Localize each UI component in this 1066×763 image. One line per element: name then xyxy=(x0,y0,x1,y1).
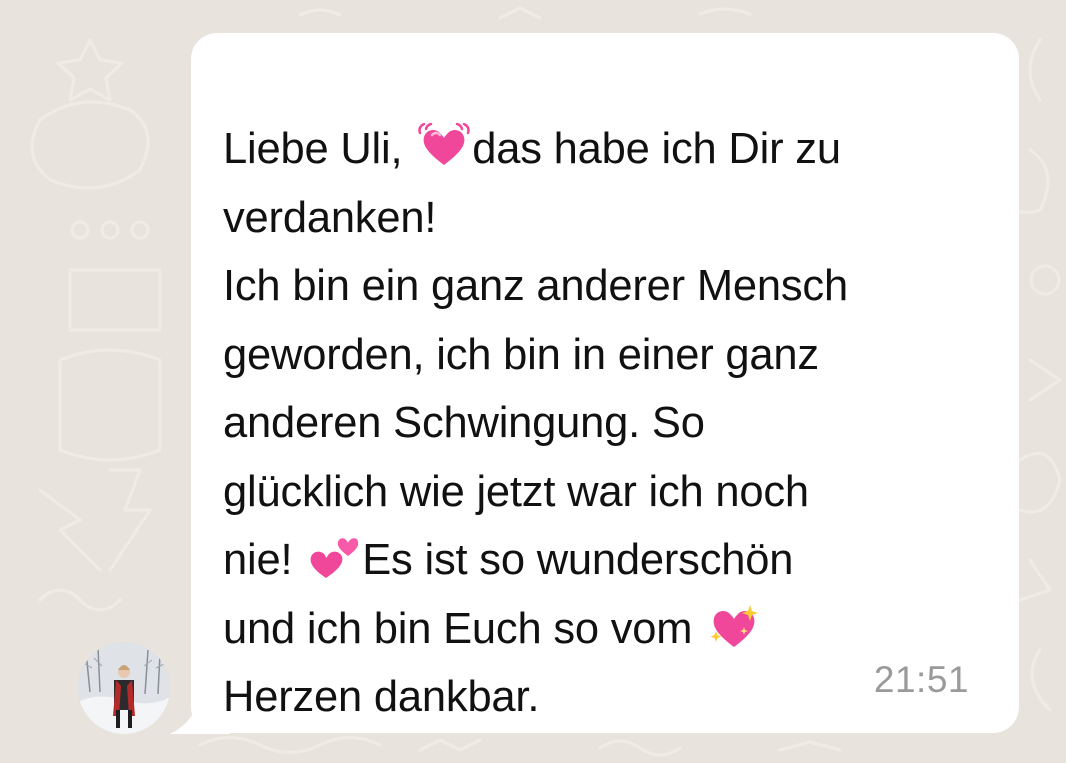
message-text: Liebe Uli, das habe ich Dir zu verdanken… xyxy=(223,115,983,732)
message-line-3: Ich bin ein ganz anderer Mensch xyxy=(223,262,848,310)
two-hearts-icon xyxy=(310,538,359,578)
avatar-photo xyxy=(78,642,170,734)
message-line-7-start: nie! xyxy=(223,536,305,584)
message-line-2: verdanken! xyxy=(223,193,437,242)
avatar[interactable] xyxy=(78,642,170,734)
message-line-1-start: Liebe Uli, xyxy=(223,125,415,173)
message-bubble[interactable]: Liebe Uli, das habe ich Dir zu verdanken… xyxy=(191,33,1019,733)
message-line-9: Herzen dankbar. xyxy=(223,673,540,721)
message-line-4: geworden, ich bin in einer ganz xyxy=(223,330,819,379)
message-line-7-end: Es ist so wunderschön xyxy=(362,536,794,584)
sparkling-heart-icon xyxy=(710,604,759,647)
message-line-1-end: das habe ich Dir zu xyxy=(472,125,841,173)
message-timestamp: 21:51 xyxy=(873,659,969,700)
message-line-8: und ich bin Euch so vom xyxy=(223,604,705,653)
beating-heart-icon xyxy=(418,123,470,165)
message-line-5: anderen Schwingung. So xyxy=(223,399,705,447)
message-line-6: glücklich wie jetzt war ich noch xyxy=(223,467,809,516)
